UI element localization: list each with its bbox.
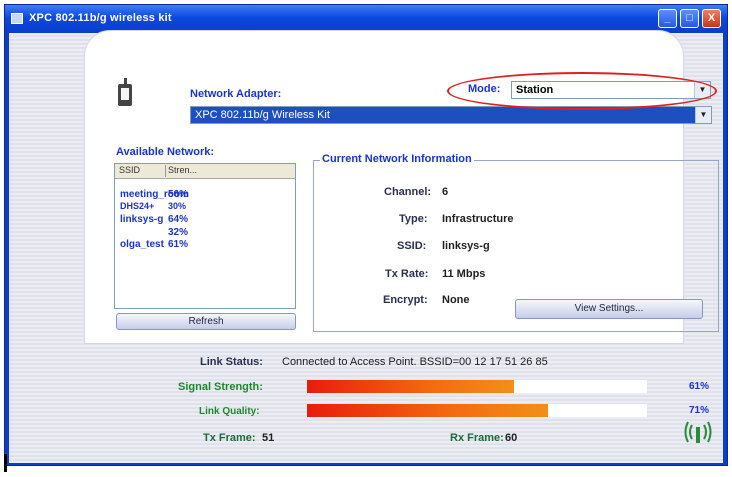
dropdown-arrow-icon[interactable]: ▼ [695,107,711,123]
column-ssid[interactable]: SSID [119,165,140,175]
type-label: Type: [399,213,428,225]
ssid-label: SSID: [397,240,427,252]
title-bar[interactable]: XPC 802.11b/g wireless kit _ □ X [5,5,727,33]
minimize-button[interactable]: _ [658,9,677,28]
column-strength[interactable]: Stren... [168,165,197,175]
link-quality-value: 71% [689,405,710,416]
channel-value: 6 [442,186,449,198]
ssid-value: linksys-g [442,240,490,252]
signal-strength-value: 61% [689,381,710,392]
network-list-header: SSID Stren... [115,164,295,179]
network-adapter-value: XPC 802.11b/g Wireless Kit [195,109,330,121]
tx-frame-value: 51 [262,432,275,444]
refresh-button[interactable]: Refresh [116,313,296,330]
network-row[interactable]: linksys-g 64% [115,214,295,227]
view-settings-button[interactable]: View Settings... [515,299,703,319]
network-row[interactable]: DHS24+ 30% [115,201,295,214]
signal-strength-bar [307,380,647,393]
adapter-icon [118,78,136,106]
tx-rate-label: Tx Rate: [385,268,429,280]
edge-marker [4,454,7,472]
signal-strength-label: Signal Strength: [178,381,263,393]
current-network-title: Current Network Information [320,153,474,165]
tx-frame-label: Tx Frame: [203,432,256,444]
encrypt-value: None [442,294,470,306]
wireless-signal-icon [684,421,712,443]
encrypt-label: Encrypt: [383,294,428,306]
channel-label: Channel: [384,186,432,198]
maximize-button[interactable]: □ [680,9,699,28]
network-strength: 30% [168,201,187,211]
link-status-label: Link Status: [200,356,263,368]
network-adapter-label: Network Adapter: [190,88,282,100]
rx-frame-label: Rx Frame: [450,432,504,444]
tx-rate-value: 11 Mbps [442,268,486,280]
network-strength: 56% [168,189,189,200]
mode-highlight-oval [447,72,717,110]
type-value: Infrastructure [442,213,514,225]
link-quality-label: Link Quality: [199,406,260,417]
network-strength: 32% [168,227,189,238]
available-network-label: Available Network: [116,146,215,158]
signal-strength-fill [307,380,515,393]
link-quality-bar [307,404,647,417]
network-strength: 64% [168,214,189,225]
network-ssid: olga_test [120,239,164,250]
window-title: XPC 802.11b/g wireless kit [29,12,172,24]
network-list[interactable]: SSID Stren... meeting_room 56% DHS24+ 30… [114,163,296,309]
network-row[interactable]: olga_test 61% [115,239,295,252]
network-ssid: linksys-g [120,214,164,225]
network-adapter-select[interactable]: XPC 802.11b/g Wireless Kit ▼ [190,106,712,124]
network-ssid: DHS24+ [120,201,155,211]
rx-frame-value: 60 [505,432,518,444]
link-status-value: Connected to Access Point. BSSID=00 12 1… [282,356,548,368]
link-quality-fill [307,404,549,417]
app-icon [11,13,23,24]
close-button[interactable]: X [702,9,721,28]
network-strength: 61% [168,239,189,250]
